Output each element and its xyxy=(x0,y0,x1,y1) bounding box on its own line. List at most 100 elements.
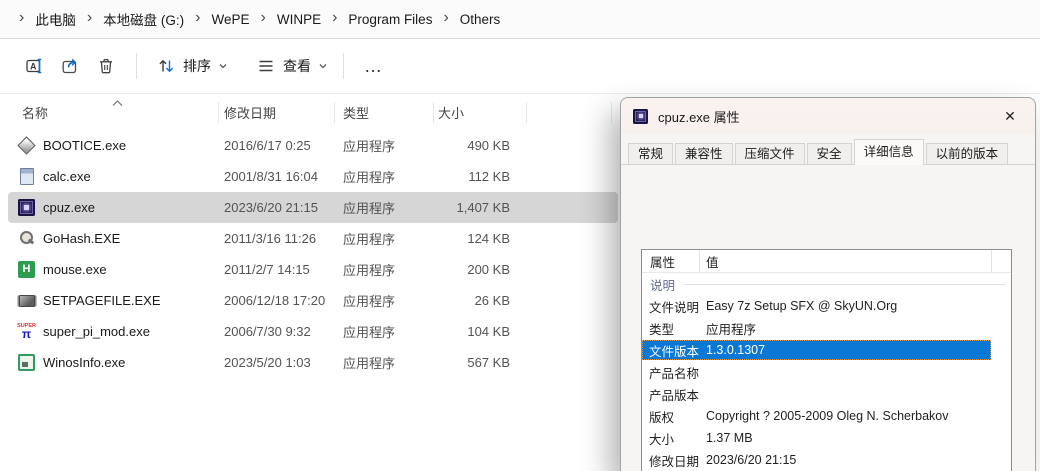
breadcrumb-item[interactable]: Others xyxy=(458,10,503,29)
property-label: 文件说明 xyxy=(649,297,706,316)
view-button[interactable]: 查看 xyxy=(249,48,335,84)
toolbar: A xyxy=(0,39,1040,94)
table-row[interactable]: Hmouse.exe2011/2/7 14:15应用程序200 KB xyxy=(8,254,618,285)
breadcrumb-chevron-icon: › xyxy=(87,10,92,26)
tab-index-1[interactable]: 兼容性 xyxy=(675,143,733,164)
view-icon xyxy=(256,56,276,76)
details-row[interactable]: 产品名称 xyxy=(642,361,1011,383)
table-row[interactable]: WinosInfo.exe2023/5/20 1:03应用程序567 KB xyxy=(8,347,618,378)
header-value: 值 xyxy=(700,252,1011,271)
pi-glyph: π xyxy=(22,329,31,339)
sort-button[interactable]: 排序 xyxy=(149,48,235,84)
table-row[interactable]: SUPERπsuper_pi_mod.exe2006/7/30 9:32应用程序… xyxy=(8,316,618,347)
tab-index-5[interactable]: 以前的版本 xyxy=(926,143,1009,164)
column-divider[interactable] xyxy=(433,102,434,123)
group-label: 说明 xyxy=(650,275,675,294)
details-table-header: 属性 值 xyxy=(642,250,1011,273)
file-date: 2011/2/7 14:15 xyxy=(218,262,334,277)
column-divider[interactable] xyxy=(218,102,219,123)
toolbar-divider xyxy=(343,53,344,79)
property-label: 文件版本 xyxy=(649,341,706,360)
details-row[interactable]: 文件版本1.3.0.1307 xyxy=(642,340,991,360)
breadcrumb: ›此电脑›本地磁盘 (G:)›WePE›WINPE›Program Files›… xyxy=(0,0,1040,39)
breadcrumb-item[interactable]: Program Files xyxy=(346,10,434,29)
column-header-size[interactable]: 大小 xyxy=(433,103,526,122)
dialog-title: cpuz.exe 属性 xyxy=(658,107,740,126)
file-size: 567 KB xyxy=(433,355,526,370)
table-row[interactable]: cpuz.exe2023/6/20 21:15应用程序1,407 KB xyxy=(8,192,618,223)
file-name-cell: BOOTICE.exe xyxy=(8,137,218,154)
file-name-cell: SETPAGEFILE.EXE xyxy=(8,292,218,309)
file-type: 应用程序 xyxy=(334,136,433,155)
column-divider[interactable] xyxy=(526,102,527,123)
winos-file-icon xyxy=(18,354,35,371)
chip-file-icon xyxy=(18,292,35,309)
tab-index-3[interactable]: 安全 xyxy=(807,143,852,164)
property-value: Copyright ? 2005-2009 Oleg N. Scherbakov xyxy=(706,409,1011,423)
properties-dialog: cpuz.exe 属性 ✕ 常规兼容性压缩文件安全详细信息以前的版本 属性 值 … xyxy=(620,97,1036,471)
more-options-button[interactable]: … xyxy=(352,48,395,84)
tab-details[interactable]: 详细信息 xyxy=(854,139,924,165)
table-row[interactable]: GoHash.EXE2011/3/16 11:26应用程序124 KB xyxy=(8,223,618,254)
cpuz-file-icon xyxy=(18,199,35,216)
property-label: 类型 xyxy=(649,319,706,338)
table-row[interactable]: SETPAGEFILE.EXE2006/12/18 17:20应用程序26 KB xyxy=(8,285,618,316)
file-name: mouse.exe xyxy=(43,262,107,277)
file-type: 应用程序 xyxy=(334,198,433,217)
file-name: BOOTICE.exe xyxy=(43,138,126,153)
property-label: 版权 xyxy=(649,407,706,426)
breadcrumb-chevron-icon: › xyxy=(261,10,266,26)
delete-button[interactable] xyxy=(88,48,124,84)
chevron-down-icon xyxy=(318,61,328,71)
breadcrumb-item[interactable]: WINPE xyxy=(275,10,323,29)
table-row[interactable]: calc.exe2001/8/31 16:04应用程序112 KB xyxy=(8,161,618,192)
property-label: 修改日期 xyxy=(649,451,706,470)
details-row[interactable]: 产品版本 xyxy=(642,383,1011,405)
breadcrumb-item[interactable]: 此电脑 xyxy=(33,7,78,31)
breadcrumb-chevron-icon: › xyxy=(443,10,448,26)
dialog-titlebar[interactable]: cpuz.exe 属性 ✕ xyxy=(621,98,1035,134)
property-label: 大小 xyxy=(649,429,706,448)
details-row[interactable]: 版权Copyright ? 2005-2009 Oleg N. Scherbak… xyxy=(642,405,1011,427)
column-divider[interactable] xyxy=(611,102,612,123)
header-property: 属性 xyxy=(642,252,699,271)
share-button[interactable] xyxy=(52,48,88,84)
property-value: 1.3.0.1307 xyxy=(706,343,990,357)
file-name: WinosInfo.exe xyxy=(43,355,125,370)
header-divider xyxy=(991,250,992,272)
file-name-cell: Hmouse.exe xyxy=(8,261,218,278)
breadcrumb-chevron-icon: › xyxy=(332,10,337,26)
sort-ascending-icon xyxy=(112,95,123,110)
cpuz-app-icon xyxy=(633,109,648,124)
details-row[interactable]: 类型应用程序 xyxy=(642,317,1011,339)
file-name-cell: calc.exe xyxy=(8,168,218,185)
file-name-cell: GoHash.EXE xyxy=(8,230,218,247)
tab-index-0[interactable]: 常规 xyxy=(628,143,673,164)
file-date: 2006/12/18 17:20 xyxy=(218,293,334,308)
breadcrumb-chevron-icon: › xyxy=(19,10,24,26)
column-divider[interactable] xyxy=(334,102,335,123)
table-row[interactable]: BOOTICE.exe 2016/6/17 0:25应用程序490 KB xyxy=(8,130,618,161)
column-header-date[interactable]: 修改日期 xyxy=(218,103,334,122)
file-name-cell: cpuz.exe xyxy=(8,199,218,216)
file-name: cpuz.exe xyxy=(43,200,95,215)
file-name-cell: WinosInfo.exe xyxy=(8,354,218,371)
file-size: 1,407 KB xyxy=(433,200,526,215)
file-size: 490 KB xyxy=(433,138,526,153)
file-date: 2016/6/17 0:25 xyxy=(218,138,334,153)
details-row[interactable]: 大小1.37 MB xyxy=(642,427,1011,449)
dialog-page: 属性 值 说明 文件说明Easy 7z Setup SFX @ SkyUN.Or… xyxy=(621,164,1035,471)
breadcrumb-item[interactable]: WePE xyxy=(209,10,251,29)
details-row[interactable]: 修改日期2023/6/20 21:15 xyxy=(642,449,1011,471)
column-header-type[interactable]: 类型 xyxy=(334,103,433,122)
mouse-file-icon: H xyxy=(18,261,35,278)
details-group-row: 说明 xyxy=(642,273,1011,295)
rename-button[interactable]: A xyxy=(16,48,52,84)
details-row[interactable]: 文件说明Easy 7z Setup SFX @ SkyUN.Org xyxy=(642,295,1011,317)
sort-icon xyxy=(156,56,176,76)
column-header-name[interactable]: 名称 xyxy=(0,103,218,122)
close-button[interactable]: ✕ xyxy=(995,101,1025,131)
file-type: 应用程序 xyxy=(334,322,433,341)
breadcrumb-item[interactable]: 本地磁盘 (G:) xyxy=(101,7,186,31)
tab-index-2[interactable]: 压缩文件 xyxy=(735,143,805,164)
